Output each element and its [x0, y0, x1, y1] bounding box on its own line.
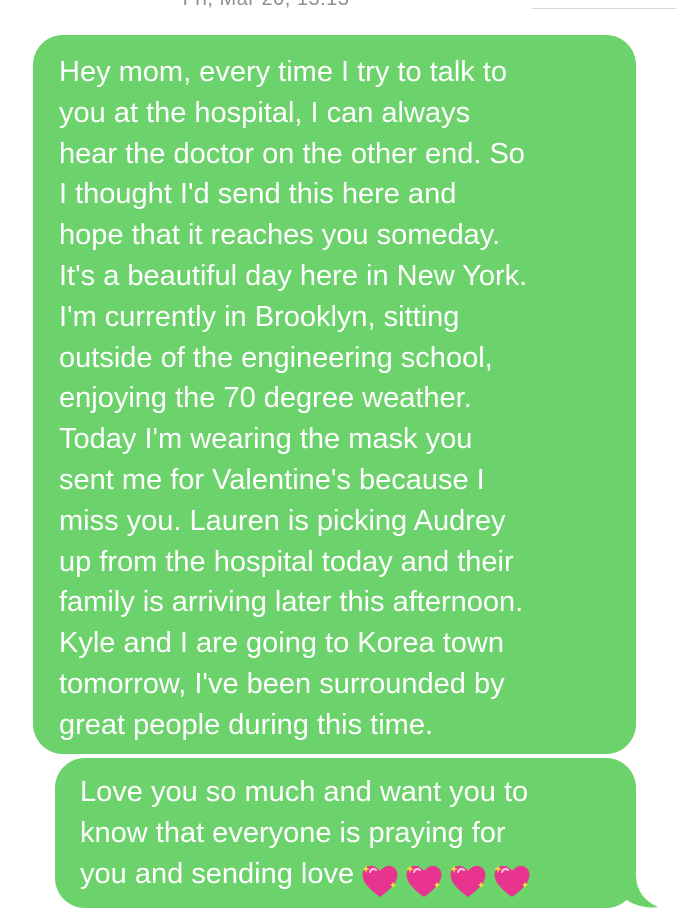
sparkling-heart-icon [494, 864, 530, 897]
message-line: hope that it reaches you someday. [59, 219, 501, 252]
message-line: I'm currently in Brooklyn, sitting [59, 300, 460, 333]
emoji-group [360, 860, 536, 901]
message-line: tomorrow, I've been surrounded by [59, 667, 505, 700]
message-line: It's a beautiful day here in New York. [59, 259, 528, 292]
bubble-tail [618, 874, 658, 908]
message-line: hear the doctor on the other end. So [59, 137, 525, 170]
message-line: Hey mom, every time I try to talk to [59, 56, 507, 88]
message-line: Love you so much and want you to [80, 776, 529, 808]
message-bubble[interactable]: Hey mom, every time I try to talk to you… [33, 35, 636, 754]
message-line: miss you. Lauren is picking Audrey [59, 504, 506, 537]
message-line: Today I'm wearing the mask you [59, 423, 473, 456]
message-line: you and sending love [80, 857, 355, 890]
message-line: family is arriving later this afternoon. [59, 586, 524, 619]
sparkling-heart-icon [450, 864, 486, 897]
message-line: Kyle and I are going to Korea town [59, 627, 504, 660]
message-line: up from the hospital today and their [59, 545, 514, 578]
message-line: outside of the engineering school, [59, 341, 493, 374]
message-line: I thought I'd send this here and [59, 178, 457, 211]
message-line: enjoying the 70 degree weather. [59, 382, 472, 415]
message-line: you at the hospital, I can always [59, 96, 471, 129]
sparkling-heart-icon [406, 864, 442, 897]
sparkling-heart-icon [362, 864, 398, 897]
message-line-with-emoji: you and sending love [80, 854, 624, 901]
message-timestamp: Fri, Mar 20, 13:13 [0, 0, 532, 11]
message-bubble[interactable]: Love you so much and want you to know th… [55, 758, 636, 908]
message-line: know that everyone is praying for [80, 816, 506, 849]
message-line: sent me for Valentine's because I [59, 463, 485, 496]
message-line: great people during this time. [59, 708, 433, 741]
